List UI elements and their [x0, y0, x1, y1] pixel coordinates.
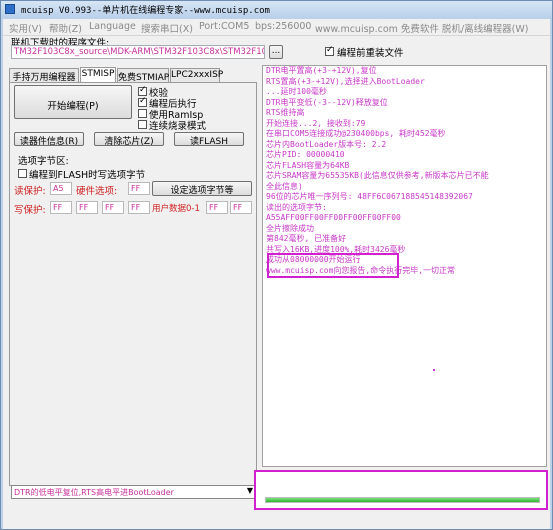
use-ramisp-checkbox[interactable] — [138, 109, 147, 118]
log-line: 芯片SRAM容量为65535KB(此信息仅供参考,新版本芯片已不能 — [266, 171, 489, 180]
write-protect-field-2[interactable]: FF — [76, 201, 98, 214]
browse-button[interactable]: ... — [269, 45, 283, 59]
title-bar: mcuisp V0.993--单片机在线编程专家--www.mcuisp.com — [1, 1, 552, 18]
erase-chip-button[interactable]: 清除芯片(Z) — [94, 132, 164, 146]
continuous-burn-checkbox[interactable] — [138, 120, 147, 129]
app-icon — [5, 4, 15, 14]
write-option-bytes-checkbox[interactable] — [18, 169, 27, 178]
progress-bar — [265, 497, 540, 503]
hardware-option-field[interactable]: FF — [128, 182, 150, 195]
start-programming-button[interactable]: 开始编程(P) — [14, 85, 132, 119]
log-lines: DTR电平置高(+3-+12V),复位 RTS置高(+3-+12V),选择进入Bo… — [263, 66, 546, 276]
tab-lpc2xxxisp[interactable]: LPC2xxxISP — [170, 68, 223, 82]
success-highlight-box — [267, 253, 399, 278]
window-title: mcuisp V0.993--单片机在线编程专家--www.mcuisp.com — [21, 6, 270, 16]
reload-before-program-label: 编程前重装文件 — [337, 48, 404, 59]
log-line: RTS维持高 — [266, 108, 305, 117]
read-flash-button[interactable]: 读FLASH — [174, 132, 244, 146]
write-protect-field-4[interactable]: FF — [128, 201, 150, 214]
menu-item-search-port[interactable]: 搜索串口(X) — [141, 21, 193, 35]
run-after-program-checkbox[interactable] — [138, 96, 147, 107]
main-window: mcuisp V0.993--单片机在线编程专家--www.mcuisp.com… — [0, 0, 553, 530]
log-line: 芯片内BootLoader版本号: 2.2 — [266, 139, 387, 149]
reload-before-program-checkbox[interactable] — [325, 45, 334, 56]
option-bytes-title: 选项字节区: — [18, 156, 69, 167]
verify-checkbox[interactable] — [138, 85, 147, 96]
menu-item-website[interactable]: www.mcuisp.com 免费软件 脱机/离线编程器(W) — [315, 21, 528, 35]
user-data-label: 用户数据0-1 — [152, 204, 200, 214]
log-line: DTR电平置高(+3-+12V),复位 — [266, 66, 377, 75]
continuous-burn-label: 连续烧录模式 — [149, 121, 207, 132]
progress-area — [254, 470, 548, 510]
log-line: 读出的选项字节: — [266, 202, 327, 212]
write-protect-field-1[interactable]: FF — [50, 201, 72, 214]
chevron-down-icon[interactable]: ▼ — [247, 486, 253, 495]
menu-item-language[interactable]: Language — [89, 21, 136, 32]
tab-free-stmiap[interactable]: 免费STMIAP — [117, 68, 169, 83]
log-line: RTS置高(+3-+12V),选择进入BootLoader — [266, 76, 425, 86]
log-line: 芯片PID: 00000410 — [266, 150, 345, 159]
reset-mode-value: DTR的低电平复位,RTS高电平进BootLoader — [14, 488, 174, 497]
stray-dot — [433, 369, 435, 371]
read-protect-field[interactable]: A5 — [50, 182, 72, 195]
menu-item-practical[interactable]: 实用(V) — [9, 21, 42, 35]
menu-item-baud[interactable]: bps:256000 — [255, 21, 311, 32]
log-line: 全片擦除成功 — [266, 223, 314, 233]
log-line: ...延时100毫秒 — [266, 87, 327, 96]
log-line: 96位的芯片唯一序列号: 48FF6C067188545148392067 — [266, 192, 473, 201]
write-protect-label: 写保护: — [14, 205, 46, 216]
menu-bar: 实用(V) 帮助(Z) Language 搜索串口(X) Port:COM5 b… — [3, 19, 550, 36]
progress-fill — [266, 498, 539, 502]
reset-mode-select[interactable]: DTR的低电平复位,RTS高电平进BootLoader ▼ — [11, 485, 255, 499]
program-file-path[interactable]: TM32F103C8x_source\MDK-ARM\STM32F103C8x\… — [11, 45, 265, 59]
log-line: 开始连接...2, 接收到:79 — [266, 118, 366, 128]
user-data-field-2[interactable]: FF — [230, 201, 252, 214]
user-data-field-1[interactable]: FF — [206, 201, 228, 214]
menu-item-port[interactable]: Port:COM5 — [199, 21, 249, 32]
log-line: 在串口COM5连接成功@230400bps, 耗时452毫秒 — [266, 129, 446, 138]
hardware-option-label: 硬件选项: — [76, 186, 118, 197]
stmisp-panel: 开始编程(P) 校验 编程后执行 使用RamIsp 连续烧录模式 读器件信息(R… — [9, 82, 257, 486]
log-line: A55AFF00FF00FF00FF00FF00FF00 — [266, 213, 401, 222]
tab-stmisp[interactable]: STMISP — [80, 67, 116, 83]
log-line: 全此信息) — [266, 181, 303, 191]
set-option-bytes-button[interactable]: 设定选项字节等 — [152, 181, 252, 196]
log-line: 第842毫秒, 已准备好 — [266, 234, 347, 243]
log-line: DTR电平变低(-3--12V)释放复位 — [266, 97, 388, 107]
menu-item-help[interactable]: 帮助(Z) — [49, 21, 82, 35]
read-protect-label: 读保护: — [14, 186, 46, 197]
read-device-info-button[interactable]: 读器件信息(R) — [14, 132, 84, 146]
tab-handheld-programmer[interactable]: 手持万用编程器 — [9, 68, 79, 83]
write-option-bytes-label: 编程到FLASH时写选项字节 — [29, 170, 146, 181]
main-body: 联机下载时的程序文件: TM32F103C8x_source\MDK-ARM\S… — [3, 36, 550, 529]
log-line: 芯片FLASH容量为64KB — [266, 160, 350, 170]
write-protect-field-3[interactable]: FF — [102, 201, 124, 214]
